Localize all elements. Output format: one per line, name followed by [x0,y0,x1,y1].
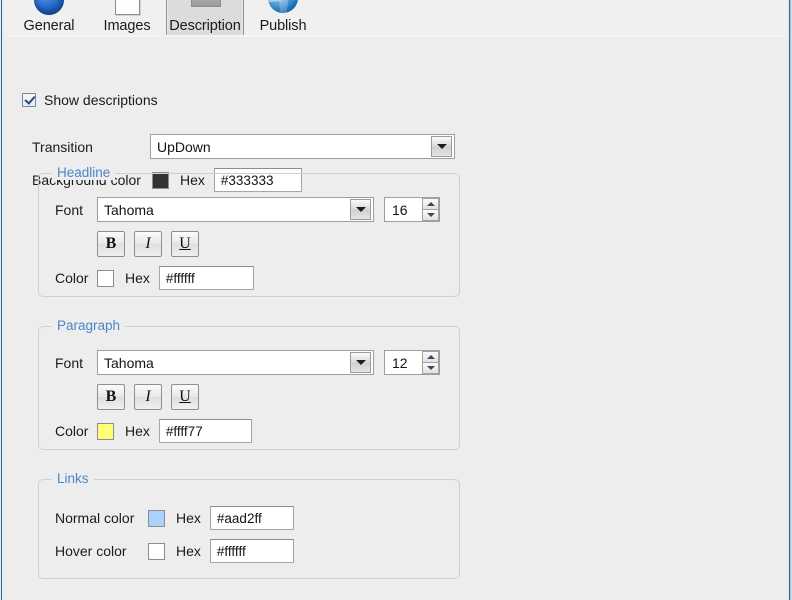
headline-size-value: 16 [392,201,408,218]
headline-style-buttons: B I U [97,231,199,257]
links-hover-hex-label: Hex [176,543,201,559]
headline-bold-button[interactable]: B [97,231,125,257]
paragraph-color-row: Color Hex #ffff77 [55,419,252,443]
headline-color-label: Color [55,270,89,286]
links-hover-label: Hover color [55,543,127,559]
links-normal-color-swatch[interactable] [148,509,165,527]
stepper-up-icon[interactable] [422,198,439,209]
checkbox-box[interactable] [22,93,36,107]
tab-general[interactable]: General [10,0,88,36]
paragraph-legend: Paragraph [52,318,126,333]
paragraph-hex-input[interactable]: #ffff77 [158,419,252,443]
description-panel: Show descriptions Transition UpDown Back… [4,38,787,600]
headline-color-row: Color Hex #ffffff [55,266,254,290]
links-normal-hex-label: Hex [176,510,201,526]
window-right-border [787,0,792,600]
headline-font-label: Font [55,201,84,218]
tab-general-label: General [23,18,75,34]
links-hover-color-swatch[interactable] [148,542,165,560]
paragraph-underline-button[interactable]: U [171,384,199,410]
paragraph-size-value: 12 [392,354,408,371]
stepper-down-icon[interactable] [422,362,439,374]
links-normal-color-row: Normal color Hex #aad2ff [55,506,294,530]
headline-group: Headline Font Tahoma 16 B I U Color Hex … [38,165,460,297]
tab-description-label: Description [169,18,241,34]
paragraph-font-label: Font [55,354,84,371]
stepper-down-icon[interactable] [422,209,439,221]
links-normal-label: Normal color [55,510,135,526]
headline-font-select[interactable]: Tahoma [97,197,374,222]
links-normal-hex-input[interactable]: #aad2ff [209,506,294,530]
stepper-buttons[interactable] [422,351,439,374]
chevron-down-icon[interactable] [350,352,371,373]
tab-description[interactable]: Description [166,0,244,36]
transition-label: Transition [32,138,93,155]
headline-color-swatch[interactable] [97,269,114,287]
headline-font-row: Font Tahoma 16 [55,197,440,222]
stepper-up-icon[interactable] [422,351,439,362]
headline-legend: Headline [52,165,116,180]
transition-row: Transition UpDown [32,134,455,159]
links-hover-hex-input[interactable]: #ffffff [209,539,294,563]
paragraph-style-buttons: B I U [97,384,199,410]
headline-size-stepper[interactable]: 16 [384,197,440,222]
page-icon [110,0,144,17]
paragraph-font-row: Font Tahoma 12 [55,350,440,375]
show-descriptions-checkbox[interactable]: Show descriptions [22,92,158,108]
headline-hex-input[interactable]: #ffffff [158,266,254,290]
tab-images[interactable]: Images [88,0,166,36]
globe-icon [266,0,300,17]
chevron-down-icon[interactable] [431,136,452,157]
paragraph-hex-label: Hex [125,423,150,439]
paragraph-bold-button[interactable]: B [97,384,125,410]
paragraph-group: Paragraph Font Tahoma 12 B I U Color Hex… [38,318,460,450]
headline-hex-label: Hex [125,270,150,286]
show-descriptions-label: Show descriptions [44,92,158,108]
tab-publish[interactable]: Publish [244,0,322,36]
links-group: Links Normal color Hex #aad2ff Hover col… [38,471,460,579]
gray-rect-icon [188,0,222,17]
tab-list: General Images Description Publish [10,0,322,36]
paragraph-font-value: Tahoma [104,354,154,371]
paragraph-color-label: Color [55,423,89,439]
chevron-down-icon[interactable] [350,199,371,220]
paragraph-color-swatch[interactable] [97,422,114,440]
links-hover-color-row: Hover color Hex #ffffff [55,539,294,563]
tab-strip: General Images Description Publish [4,0,787,37]
headline-italic-button[interactable]: I [134,231,162,257]
blue-circle-icon [32,0,66,17]
transition-value: UpDown [157,138,211,155]
transition-select[interactable]: UpDown [150,134,455,159]
paragraph-font-select[interactable]: Tahoma [97,350,374,375]
links-legend: Links [52,471,94,486]
paragraph-size-stepper[interactable]: 12 [384,350,440,375]
headline-font-value: Tahoma [104,201,154,218]
tab-images-label: Images [103,18,151,34]
headline-underline-button[interactable]: U [171,231,199,257]
paragraph-italic-button[interactable]: I [134,384,162,410]
description-settings-window: General Images Description Publish Show … [0,0,792,600]
stepper-buttons[interactable] [422,198,439,221]
tab-publish-label: Publish [259,18,307,34]
